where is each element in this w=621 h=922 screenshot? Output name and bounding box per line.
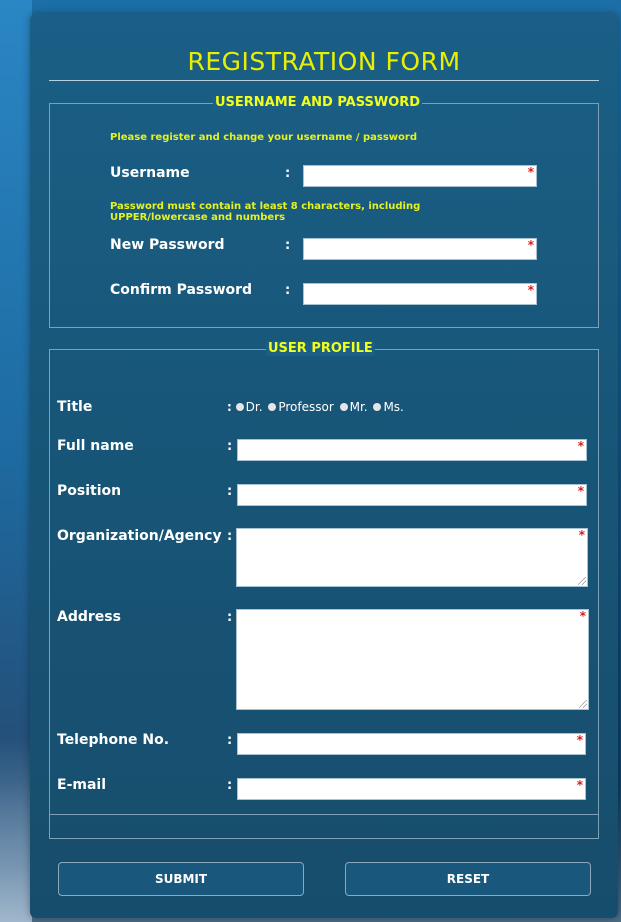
required-mark: * bbox=[578, 528, 585, 542]
title-label: Title bbox=[57, 399, 93, 415]
title-option-dr[interactable]: Dr. bbox=[235, 400, 263, 414]
required-mark: * bbox=[576, 778, 583, 792]
new-password-colon: : bbox=[285, 238, 291, 253]
telephone-colon: : bbox=[227, 733, 233, 748]
radio-label: Mr. bbox=[349, 400, 368, 414]
new-password-input[interactable]: * bbox=[303, 238, 537, 260]
resize-handle-icon[interactable] bbox=[579, 700, 587, 708]
position-colon: : bbox=[227, 484, 233, 499]
radio-label: Dr. bbox=[245, 400, 263, 414]
fullname-colon: : bbox=[227, 439, 233, 454]
fullname-input[interactable]: * bbox=[237, 439, 587, 461]
title-option-ms[interactable]: Ms. bbox=[373, 400, 404, 414]
username-colon: : bbox=[285, 166, 291, 181]
address-label: Address bbox=[57, 609, 121, 625]
title-option-professor[interactable]: Professor bbox=[268, 400, 334, 414]
resize-handle-icon[interactable] bbox=[578, 577, 586, 585]
confirm-password-colon: : bbox=[285, 283, 291, 298]
fullname-label: Full name bbox=[57, 438, 134, 454]
submit-button[interactable]: SUBMIT bbox=[58, 862, 304, 896]
required-mark: * bbox=[579, 609, 586, 623]
confirm-password-label: Confirm Password bbox=[110, 282, 253, 298]
title-divider bbox=[49, 80, 599, 81]
address-textarea[interactable]: * bbox=[236, 609, 589, 710]
new-password-label: New Password bbox=[110, 237, 225, 253]
registration-panel: REGISTRATION FORM USERNAME AND PASSWORD … bbox=[30, 14, 618, 918]
account-legend: USERNAME AND PASSWORD bbox=[213, 95, 423, 110]
password-rule-line1: Password must contain at least 8 charact… bbox=[110, 201, 421, 212]
telephone-input[interactable]: * bbox=[237, 733, 586, 755]
email-label: E-mail bbox=[57, 777, 107, 793]
required-mark: * bbox=[527, 283, 534, 297]
radio-button[interactable] bbox=[373, 402, 382, 411]
position-input[interactable]: * bbox=[237, 484, 587, 506]
required-mark: * bbox=[577, 439, 584, 453]
email-input[interactable]: * bbox=[237, 778, 586, 800]
radio-label: Professor bbox=[278, 400, 334, 414]
required-mark: * bbox=[576, 733, 583, 747]
required-mark: * bbox=[577, 484, 584, 498]
section-divider bbox=[49, 814, 599, 815]
confirm-password-input[interactable]: * bbox=[303, 283, 537, 305]
radio-button[interactable] bbox=[235, 402, 244, 411]
username-label: Username bbox=[110, 165, 190, 181]
radio-button[interactable] bbox=[339, 402, 348, 411]
email-colon: : bbox=[227, 778, 233, 793]
password-rule-line2: UPPER/lowercase and numbers bbox=[110, 212, 286, 223]
address-colon: : bbox=[227, 610, 233, 625]
title-option-mr[interactable]: Mr. bbox=[339, 400, 368, 414]
username-input[interactable]: * bbox=[303, 165, 537, 187]
profile-fieldset bbox=[49, 349, 599, 839]
radio-label: Ms. bbox=[383, 400, 404, 414]
title-colon: : bbox=[227, 400, 232, 414]
page-title: REGISTRATION FORM bbox=[187, 47, 461, 76]
position-label: Position bbox=[57, 483, 122, 499]
profile-legend: USER PROFILE bbox=[266, 341, 375, 356]
radio-button[interactable] bbox=[268, 402, 277, 411]
required-mark: * bbox=[527, 165, 534, 179]
organization-textarea[interactable]: * bbox=[236, 528, 588, 587]
register-note: Please register and change your username… bbox=[110, 132, 417, 143]
password-rule-note: Password must contain at least 8 charact… bbox=[110, 201, 420, 223]
title-radio-group: : Dr. Professor Mr. Ms. bbox=[227, 400, 406, 414]
reset-button[interactable]: RESET bbox=[345, 862, 591, 896]
organization-label: Organization/Agency bbox=[57, 528, 222, 544]
required-mark: * bbox=[527, 238, 534, 252]
telephone-label: Telephone No. bbox=[57, 732, 170, 748]
organization-colon: : bbox=[227, 529, 233, 544]
